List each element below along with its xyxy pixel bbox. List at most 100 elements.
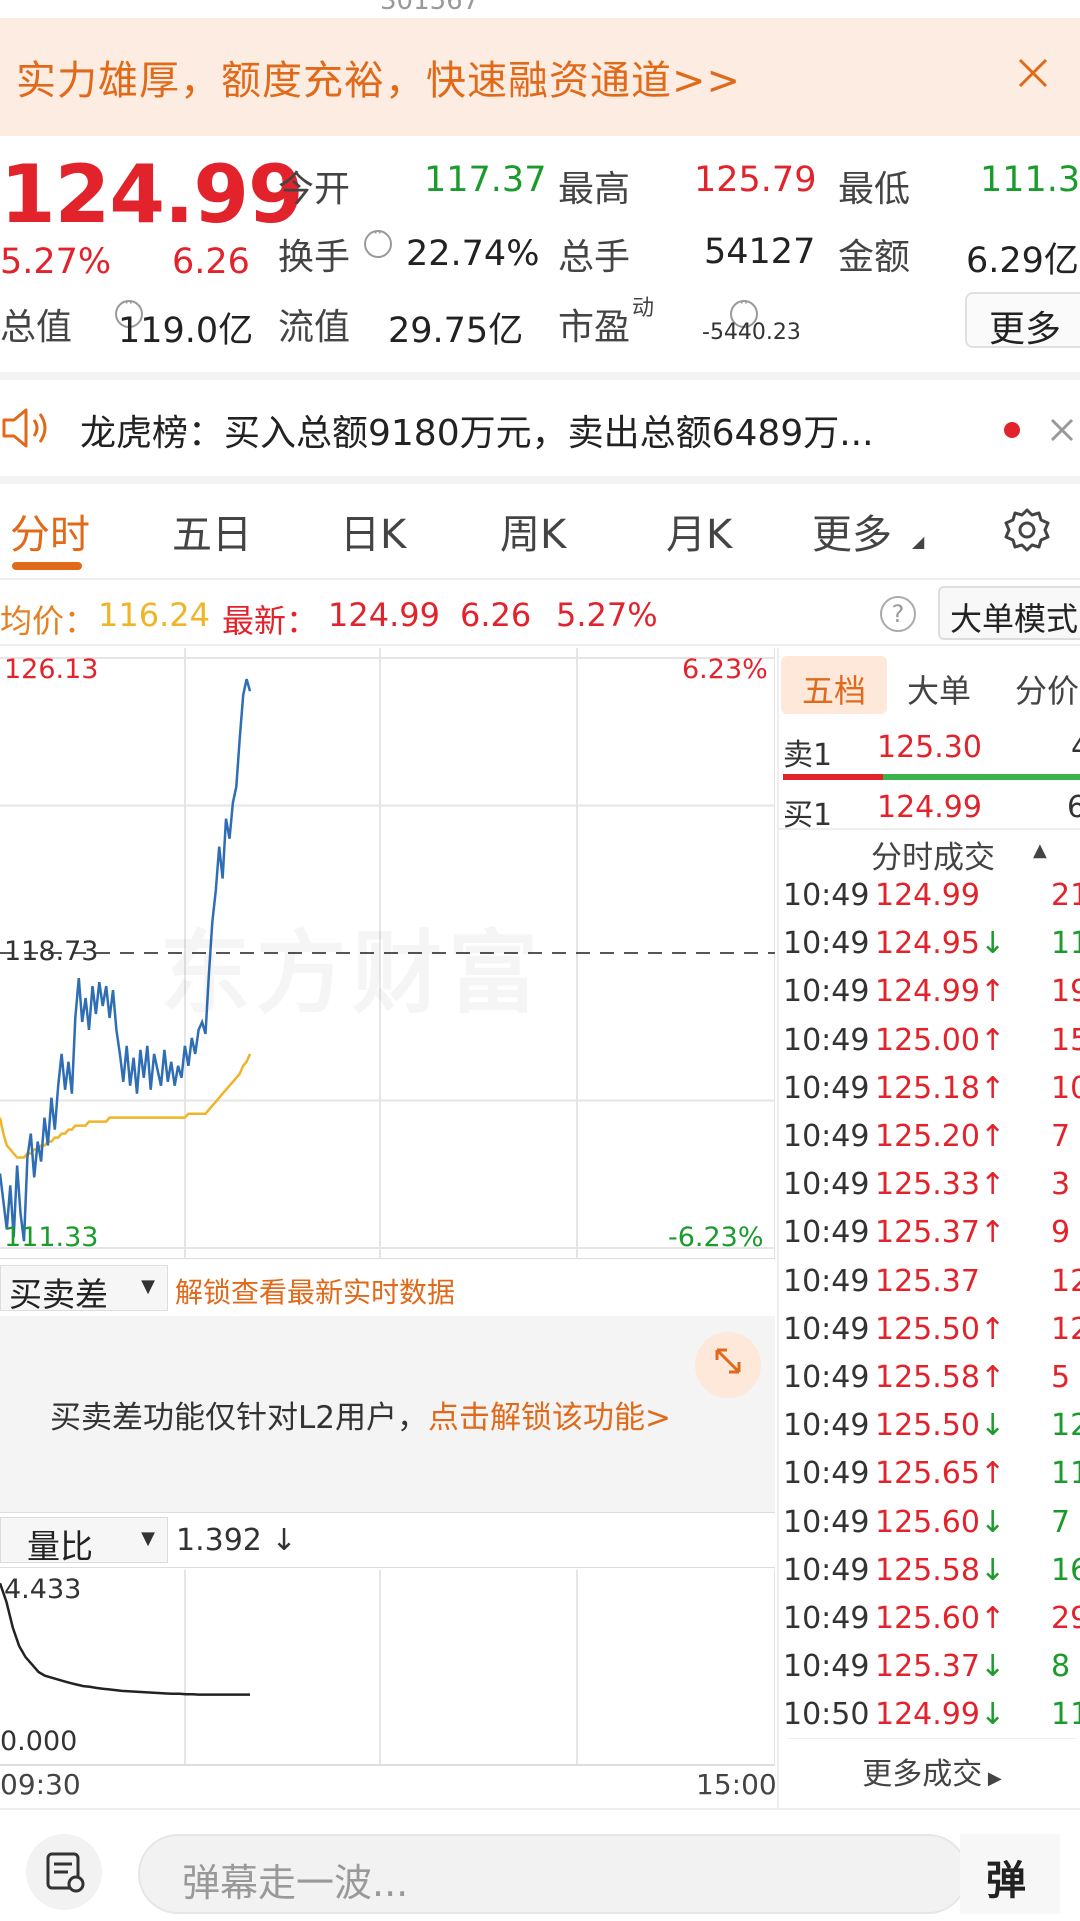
more-ticks-button[interactable]: 更多成交 ▶ [787,1738,1077,1794]
tick-volume: 3 [1051,1167,1071,1203]
tick-price: 125.37↓ [875,1649,1006,1685]
promo-banner[interactable]: 实力雄厚，额度充裕，快速融资通道>> [0,18,1080,136]
intraday-chart[interactable]: 东方财富 126.13 118.73 111.33 6.23% -6.23% [0,648,775,1258]
info-dots-icon[interactable] [364,223,392,258]
divider [779,828,1080,830]
tick-price: 124.95↓ [875,926,1006,962]
y-bottom-label: 111.33 [4,1222,99,1253]
danmu-toggle-button[interactable]: 弹 [960,1834,1060,1914]
tick-row: 10:49 125.65↑ 11 [783,1456,1080,1504]
ask1-volume: 4 [1071,730,1080,765]
float-cap-value: 29.75亿 [388,311,524,351]
caret-down-icon: ▼ [141,1528,155,1549]
tick-time: 10:49 [783,1649,870,1685]
tab-big-orders[interactable]: 大单 [907,666,971,712]
time-end: 15:00 [696,1768,777,1801]
tick-row: 10:49 125.20↑ 7 [783,1119,1080,1167]
danmu-input[interactable]: 弹幕走一波... [138,1834,968,1914]
quote-panel: 124.99 5.27% 6.26 今开 117.37 最高 125.79 最低… [0,136,1080,372]
time-start: 09:30 [0,1768,81,1801]
news-ticker[interactable]: 龙虎榜：买入总额9180万元，卖出总额6489万... [0,380,1080,476]
tick-volume: 7 [1051,1504,1071,1540]
bid1-price: 124.99 [877,790,982,825]
ticker-text[interactable]: 龙虎榜：买入总额9180万元，卖出总额6489万... [80,404,874,456]
indicator-dropdown[interactable]: 买卖差 ▼ [0,1265,168,1314]
tick-price: 125.50↑ [875,1311,1006,1347]
tick-volume: 15 [1051,1022,1080,1058]
tab-week-k[interactable]: 周K [500,502,566,560]
more-ticks-label: 更多成交 [862,1757,983,1792]
high-value: 125.79 [694,160,817,200]
tick-price: 125.60↓ [875,1504,1006,1540]
tick-row: 10:49 125.58↓ 16 [783,1553,1080,1601]
stock-code-fragment: 301567 [380,0,480,16]
tick-time: 10:49 [783,974,870,1010]
unlock-realtime-link[interactable]: 解锁查看最新实时数据 [175,1271,455,1311]
latest-label: 最新： [222,602,319,640]
tab-day-k[interactable]: 日K [340,502,406,560]
tick-row: 10:49 125.37↑ 9 [783,1215,1080,1263]
list-icon [46,1852,85,1893]
close-icon[interactable] [1048,416,1076,444]
tab-five-levels[interactable]: 五档 [781,656,887,714]
tick-volume: 29 [1051,1601,1080,1636]
unread-dot [1004,422,1020,438]
pe-value: -5440.23 [702,320,801,345]
arrow-up-icon: ↑ [979,1119,1006,1154]
arrow-down-icon: ↓ [979,1408,1006,1444]
tick-volume: 8 [1051,1649,1071,1685]
pe-superscript: 动 [632,296,655,321]
menu-button[interactable] [26,1834,102,1910]
tick-time: 10:49 [783,1022,870,1058]
help-icon[interactable]: ? [880,596,916,632]
arrow-up-icon: ↑ [979,974,1006,1010]
pe-label: 市盈 [558,307,631,348]
top-strip: 301567 [0,0,1080,18]
arrow-up-icon: ↑ [979,1456,1006,1492]
big-order-mode-button[interactable]: 大单模式 [938,586,1080,640]
tick-price: 125.20↑ [875,1119,1006,1154]
close-icon[interactable] [1008,48,1058,98]
arrow-up-icon: ↑ [979,1215,1006,1251]
tab-more[interactable]: 更多 [812,502,892,560]
tick-price: 125.58↑ [875,1360,1006,1395]
bid-bar [883,774,1080,780]
tick-row: 10:49 125.50↓ 12 [783,1408,1080,1456]
tab-month-k[interactable]: 月K [666,502,732,560]
low-label: 最低 [838,169,911,210]
caret-right-icon: ▶ [982,1768,1002,1789]
tick-volume: 11 [1051,1456,1080,1492]
tick-volume: 12 [1051,1263,1080,1299]
volume-ratio-chart[interactable]: 4.433 0.000 [0,1570,776,1766]
tick-volume: 12 [1051,1408,1080,1444]
tab-price-distribution[interactable]: 分价 [1015,666,1079,712]
tick-price: 125.50↓ [875,1408,1006,1444]
tick-time: 10:49 [783,1552,870,1588]
expand-icon [715,1348,741,1374]
tab-intraday[interactable]: 分时 [10,502,90,560]
more-quote-button[interactable]: 更多 [965,292,1080,350]
tick-time: 10:49 [783,1601,870,1636]
tick-time: 10:49 [783,1215,870,1251]
turnover-label: 换手 [278,237,351,278]
indicator-dropdown-label: 买卖差 [9,1275,108,1314]
tick-price: 125.65↑ [875,1456,1006,1492]
arrow-down-icon: ↓ [979,1649,1006,1685]
divider [0,476,1080,484]
ticks-title[interactable]: 分时成交 [871,832,995,877]
tick-row: 10:49 125.37↓ 8 [783,1649,1080,1697]
tick-row: 10:49 125.58↑ 5 [783,1360,1080,1408]
gear-icon[interactable] [1002,506,1052,556]
tick-time: 10:49 [783,1456,870,1492]
tick-row: 10:49 125.00↑ 15 [783,1023,1080,1071]
volume-indicator-dropdown[interactable]: 量比 ▼ [0,1517,168,1566]
pct-top-label: 6.23% [682,654,768,685]
unlock-feature-link[interactable]: 点击解锁该功能> [428,1400,671,1436]
ask1-label: 卖1 [783,738,833,773]
promo-banner-text[interactable]: 实力雄厚，额度充裕，快速融资通道>> [16,48,741,106]
tick-time: 10:49 [783,1119,870,1154]
tab-five-day[interactable]: 五日 [172,502,252,560]
market-cap-label: 总值 [0,307,73,348]
expand-button[interactable] [695,1332,761,1398]
divider [0,372,1080,380]
